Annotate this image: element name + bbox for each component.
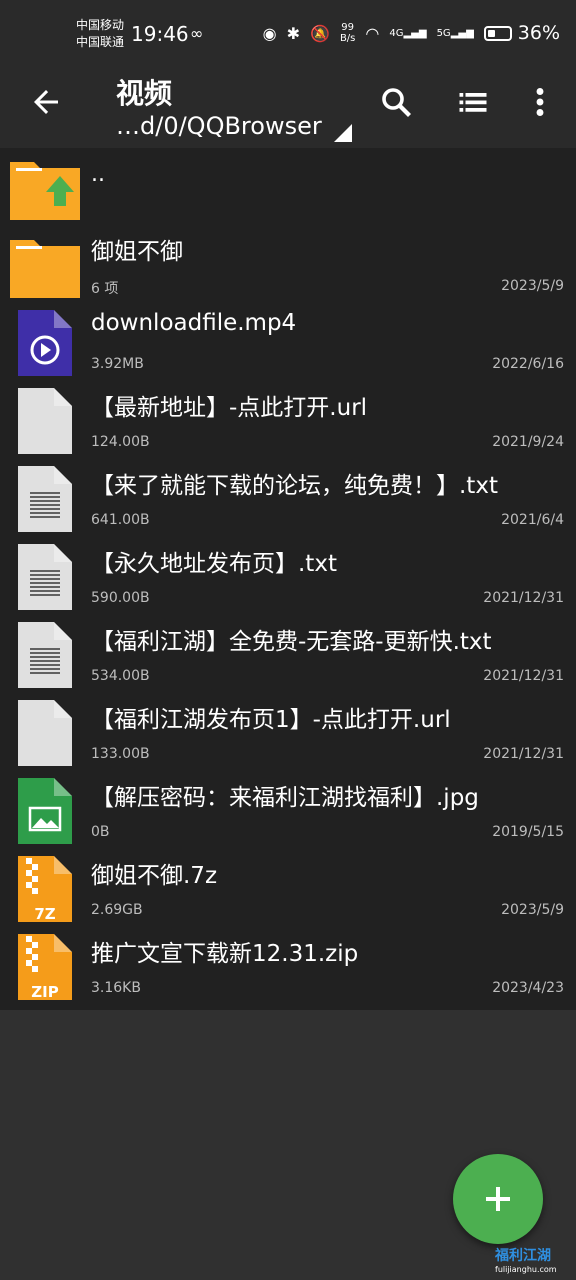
watermark-logo: 福利江湖 fulijianghu.com — [495, 1245, 557, 1274]
app-bar: 视频 …d/0/QQBrowser — [0, 70, 576, 148]
bell-muted-icon: 🔕 — [310, 23, 330, 43]
file-size: 3.92MB — [91, 356, 144, 372]
svg-text:7Z: 7Z — [34, 905, 55, 922]
file-date: 2021/12/31 — [483, 746, 564, 762]
more-options-icon[interactable] — [522, 84, 558, 120]
text-file-icon — [18, 622, 72, 688]
file-row[interactable]: 【永久地址发布页】.txt 590.00B 2021/12/31 — [0, 538, 576, 616]
folder-icon — [10, 240, 80, 298]
file-name: 御姐不御 — [91, 239, 183, 265]
file-name: 【最新地址】-点此打开.url — [91, 395, 368, 421]
text-file-icon — [18, 466, 72, 532]
battery-percent: 36% — [517, 22, 560, 44]
folder-up-icon — [10, 162, 80, 220]
status-bar: 中国移动 中国联通 19:46 ∞ ◉ ✱ 🔕 99 B/s ◠ 4G▂▄▆ 5… — [0, 0, 576, 70]
file-size: 641.00B — [91, 512, 150, 528]
page-title: 视频 — [116, 77, 173, 110]
battery-fill — [487, 29, 495, 37]
file-name: 推广文宣下载新12.31.zip — [91, 941, 359, 967]
file-date: 2021/12/31 — [483, 590, 564, 606]
file-date: 2019/5/15 — [492, 824, 564, 840]
speed-value: 99 — [341, 22, 355, 33]
list-view-icon[interactable] — [455, 84, 491, 120]
status-icons: ◉ ✱ 🔕 99 B/s ◠ 4G▂▄▆ 5G▂▄▆ 36% — [263, 22, 560, 44]
file-size: 2.69GB — [91, 902, 143, 918]
file-row[interactable]: 【来了就能下载的论坛，纯免费！】.txt 641.00B 2021/6/4 — [0, 460, 576, 538]
video-file-icon — [18, 310, 72, 376]
signal-5g-icon: 5G▂▄▆ — [436, 27, 474, 39]
archive-file-icon: ZIP — [18, 934, 72, 1000]
file-name: downloadfile.mp4 — [91, 310, 297, 336]
eye-icon: ◉ — [262, 23, 277, 43]
file-date: 2021/12/31 — [483, 668, 564, 684]
file-row[interactable]: 7Z 御姐不御.7z 2.69GB 2023/5/9 — [0, 850, 576, 928]
file-row[interactable]: 【最新地址】-点此打开.url 124.00B 2021/9/24 — [0, 382, 576, 460]
file-size: 0B — [91, 824, 110, 840]
file-name: 【福利江湖】全免费-无套路-更新快.txt — [91, 629, 492, 655]
carrier-1: 中国移动 — [76, 18, 125, 32]
carrier-2: 中国联通 — [76, 35, 125, 49]
file-list: .. 御姐不御 6 项 2023/5/9 downloadfile.mp4 3.92MB… — [0, 148, 576, 1010]
back-arrow-icon[interactable] — [28, 84, 64, 120]
file-size: 6 项 — [91, 281, 119, 297]
file-date: 2021/6/4 — [501, 512, 564, 528]
file-size: 3.16KB — [91, 980, 141, 996]
wifi-icon: ◠ — [365, 23, 380, 43]
status-time: 19:46 — [131, 22, 189, 46]
file-size: 133.00B — [91, 746, 150, 762]
path-breadcrumb[interactable]: …d/0/QQBrowser — [116, 112, 322, 140]
file-row[interactable]: 【福利江湖发布页1】-点此打开.url 133.00B 2021/12/31 — [0, 694, 576, 772]
watermark-sub: fulijianghu.com — [495, 1265, 557, 1274]
file-date: 2021/9/24 — [492, 434, 564, 450]
bluetooth-icon: ✱ — [286, 23, 301, 43]
file-row[interactable]: downloadfile.mp4 3.92MB 2022/6/16 — [0, 304, 576, 382]
search-icon[interactable] — [378, 84, 414, 120]
file-row[interactable]: ZIP 推广文宣下载新12.31.zip 3.16KB 2023/4/23 — [0, 928, 576, 1006]
signal-4g-label: 4G — [389, 27, 404, 39]
file-date: 2023/5/9 — [501, 278, 564, 294]
battery-icon — [483, 25, 512, 41]
svg-text:ZIP: ZIP — [31, 983, 58, 1000]
network-speed: 99 B/s — [340, 22, 355, 44]
file-date: 2023/5/9 — [501, 902, 564, 918]
parent-directory-label: .. — [91, 162, 105, 187]
hotspot-link-icon: ∞ — [190, 24, 204, 43]
signal-4g-icon: 4G▂▄▆ — [389, 27, 427, 39]
file-row[interactable]: 【福利江湖】全免费-无套路-更新快.txt 534.00B 2021/12/31 — [0, 616, 576, 694]
folder-row[interactable]: 御姐不御 6 项 2023/5/9 — [0, 226, 576, 304]
text-file-icon — [18, 544, 72, 610]
parent-directory-row[interactable]: .. — [0, 148, 576, 226]
image-file-icon — [18, 778, 72, 844]
signal-5g-label: 5G — [436, 27, 451, 39]
generic-file-icon — [18, 388, 72, 454]
file-name: 御姐不御.7z — [91, 863, 218, 889]
generic-file-icon — [18, 700, 72, 766]
file-date: 2022/6/16 — [492, 356, 564, 372]
file-size: 590.00B — [91, 590, 150, 606]
path-dropdown-icon[interactable] — [334, 124, 352, 142]
file-date: 2023/4/23 — [492, 980, 564, 996]
archive-file-icon: 7Z — [18, 856, 72, 922]
watermark-main: 福利江湖 — [495, 1248, 551, 1264]
file-name: 【福利江湖发布页1】-点此打开.url — [91, 707, 451, 733]
file-name: 【永久地址发布页】.txt — [91, 551, 337, 577]
plus-icon — [486, 1187, 510, 1211]
file-size: 124.00B — [91, 434, 150, 450]
carrier-info: 中国移动 中国联通 — [76, 17, 124, 51]
file-row[interactable]: 【解压密码：来福利江湖找福利】.jpg 0B 2019/5/15 — [0, 772, 576, 850]
battery-indicator: 36% — [483, 22, 560, 44]
file-name: 【来了就能下载的论坛，纯免费！】.txt — [91, 473, 498, 499]
file-size: 534.00B — [91, 668, 150, 684]
speed-unit: B/s — [339, 33, 356, 44]
file-name: 【解压密码：来福利江湖找福利】.jpg — [91, 785, 479, 811]
add-button[interactable] — [453, 1154, 543, 1244]
